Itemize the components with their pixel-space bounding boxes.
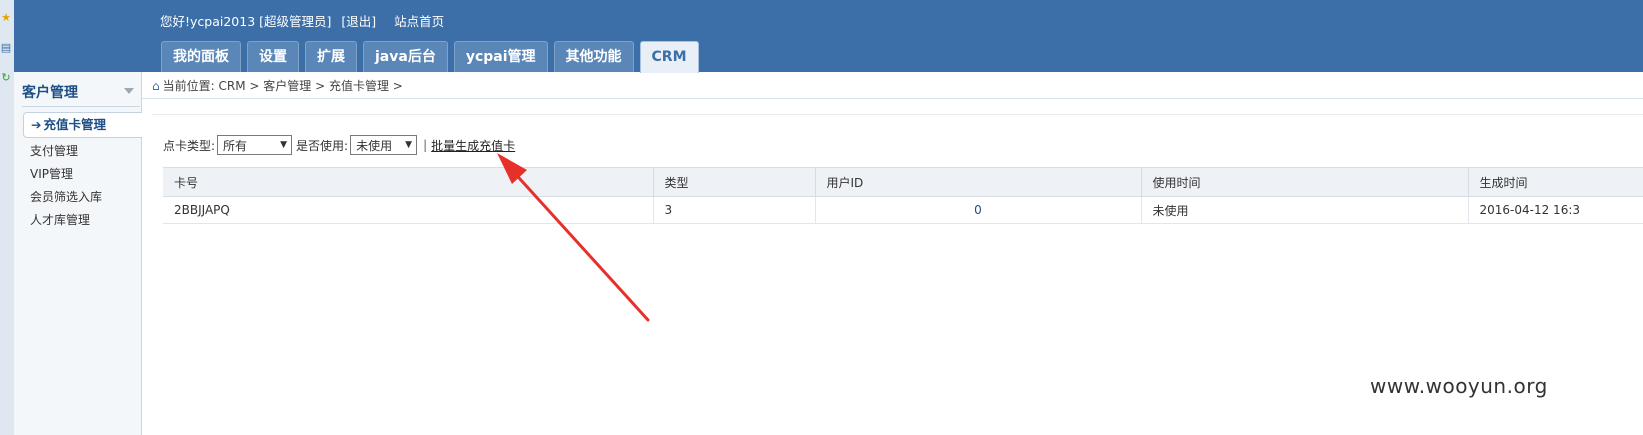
refresh-icon[interactable]: ↻ xyxy=(0,72,12,84)
breadcrumb-divider xyxy=(142,98,1643,99)
home-icon[interactable]: ⌂ xyxy=(152,79,160,93)
tab-extensions[interactable]: 扩展 xyxy=(305,41,357,72)
username: ycpai2013 xyxy=(190,14,256,29)
arrow-right-icon: ➔ xyxy=(31,117,42,132)
card-type-select[interactable]: 所有 ▼ xyxy=(217,135,293,155)
used-label: 是否使用: xyxy=(296,138,349,153)
tab-settings[interactable]: 设置 xyxy=(247,41,299,72)
sidebar-item-member-filter[interactable]: 会员筛选入库 xyxy=(30,188,102,205)
sidebar-item-vip[interactable]: VIP管理 xyxy=(30,165,73,182)
card-type-label: 点卡类型: xyxy=(163,138,216,153)
sidebar-item-label: 充值卡管理 xyxy=(43,117,106,132)
recharge-card-table: 卡号 类型 用户ID 使用时间 生成时间 2BBJJAPQ 3 0 未使用 20… xyxy=(163,167,1643,224)
column-header-type: 类型 xyxy=(653,167,816,197)
user-role: [超级管理员] xyxy=(259,14,332,29)
tab-crm[interactable]: CRM xyxy=(639,41,699,73)
column-header-user-id: 用户ID xyxy=(815,167,1142,197)
cell-used-time: 未使用 xyxy=(1141,196,1469,224)
sidebar-item-talent-pool[interactable]: 人才库管理 xyxy=(30,211,90,228)
breadcrumb: ⌂ 当前位置: CRM > 客户管理 > 充值卡管理 > xyxy=(152,77,403,94)
column-header-card-no: 卡号 xyxy=(163,167,654,197)
table-header-row: 卡号 类型 用户ID 使用时间 生成时间 xyxy=(163,167,1643,197)
sidebar-title[interactable]: 客户管理 xyxy=(22,82,78,102)
tab-other-functions[interactable]: 其他功能 xyxy=(553,41,634,72)
table-row: 2BBJJAPQ 3 0 未使用 2016-04-12 16:3 xyxy=(163,196,1643,224)
tab-java-backend[interactable]: java后台 xyxy=(363,41,448,72)
site-home-link[interactable]: 站点首页 xyxy=(394,14,444,29)
card-type-value: 所有 xyxy=(223,138,248,153)
user-greeting: 您好!ycpai2013 [超级管理员] [退出] 站点首页 xyxy=(160,11,444,30)
cell-card-no: 2BBJJAPQ xyxy=(163,196,654,224)
breadcrumb-prefix: 当前位置: xyxy=(162,79,215,93)
tab-my-panel[interactable]: 我的面板 xyxy=(161,41,241,72)
breadcrumb-path: CRM > 客户管理 > 充值卡管理 > xyxy=(218,79,403,93)
toolbar-divider xyxy=(152,114,1643,115)
sidebar-divider xyxy=(22,106,140,107)
used-status-select[interactable]: 未使用 ▼ xyxy=(350,135,418,155)
greeting-text: 您好! xyxy=(160,14,191,29)
tab-ycpai-admin[interactable]: ycpai管理 xyxy=(453,41,548,72)
sidebar-item-recharge-card[interactable]: ➔ 充值卡管理 xyxy=(23,112,142,138)
cell-user-id[interactable]: 0 xyxy=(815,196,1142,224)
used-status-value: 未使用 xyxy=(356,138,393,153)
left-icon-strip: ★ ▤ ↻ xyxy=(0,0,15,435)
batch-generate-link[interactable]: 批量生成充值卡 xyxy=(431,137,515,154)
star-icon[interactable]: ★ xyxy=(0,12,12,24)
sidebar-item-payment[interactable]: 支付管理 xyxy=(30,142,78,159)
main-tabs: 我的面板 设置 扩展 java后台 ycpai管理 其他功能 CRM xyxy=(161,41,699,73)
collapse-caret-icon[interactable] xyxy=(124,88,134,94)
separator: | xyxy=(423,138,428,152)
sidebar: 客户管理 ➔ 充值卡管理 支付管理 VIP管理 会员筛选入库 人才库管理 xyxy=(14,72,142,435)
filter-bar: 点卡类型: 所有 ▼ 是否使用: 未使用 ▼ | 批量生成充值卡 xyxy=(163,134,515,156)
cell-created-time: 2016-04-12 16:3 xyxy=(1468,196,1643,224)
document-icon[interactable]: ▤ xyxy=(0,42,12,54)
dropdown-arrow-icon: ▼ xyxy=(280,140,288,150)
logout-link[interactable]: [退出] xyxy=(341,14,376,29)
top-header: 您好!ycpai2013 [超级管理员] [退出] 站点首页 我的面板 设置 扩… xyxy=(14,0,1643,73)
dropdown-arrow-icon: ▼ xyxy=(405,140,413,150)
cell-type: 3 xyxy=(653,196,816,224)
column-header-created-time: 生成时间 xyxy=(1468,167,1643,197)
column-header-used-time: 使用时间 xyxy=(1141,167,1469,197)
watermark: www.wooyun.org xyxy=(1370,374,1548,398)
